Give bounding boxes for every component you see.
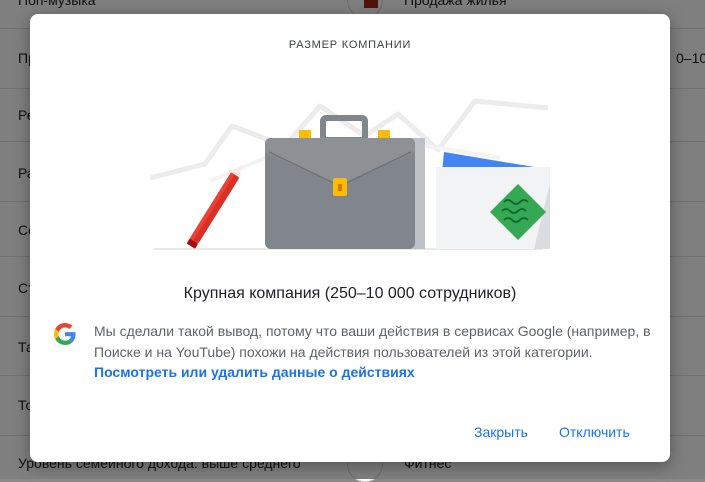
company-size-dialog: РАЗМЕР КОМПАНИИ Крупная компания (250–10… xyxy=(30,14,670,462)
explanation-body: Мы сделали такой вывод, потому что ваши … xyxy=(94,323,651,360)
close-button[interactable]: Закрыть xyxy=(474,420,528,444)
view-delete-activity-link[interactable]: Посмотреть или удалить данные о действия… xyxy=(94,364,415,380)
dialog-title: РАЗМЕР КОМПАНИИ xyxy=(288,39,412,51)
category-heading: Крупная компания (250–10 000 сотрудников… xyxy=(183,285,517,302)
google-g-icon xyxy=(54,323,76,345)
explanation-text: Мы сделали такой вывод, потому что ваши … xyxy=(94,321,654,383)
briefcase-illustration xyxy=(150,98,550,250)
disable-button[interactable]: Отключить xyxy=(559,420,630,444)
